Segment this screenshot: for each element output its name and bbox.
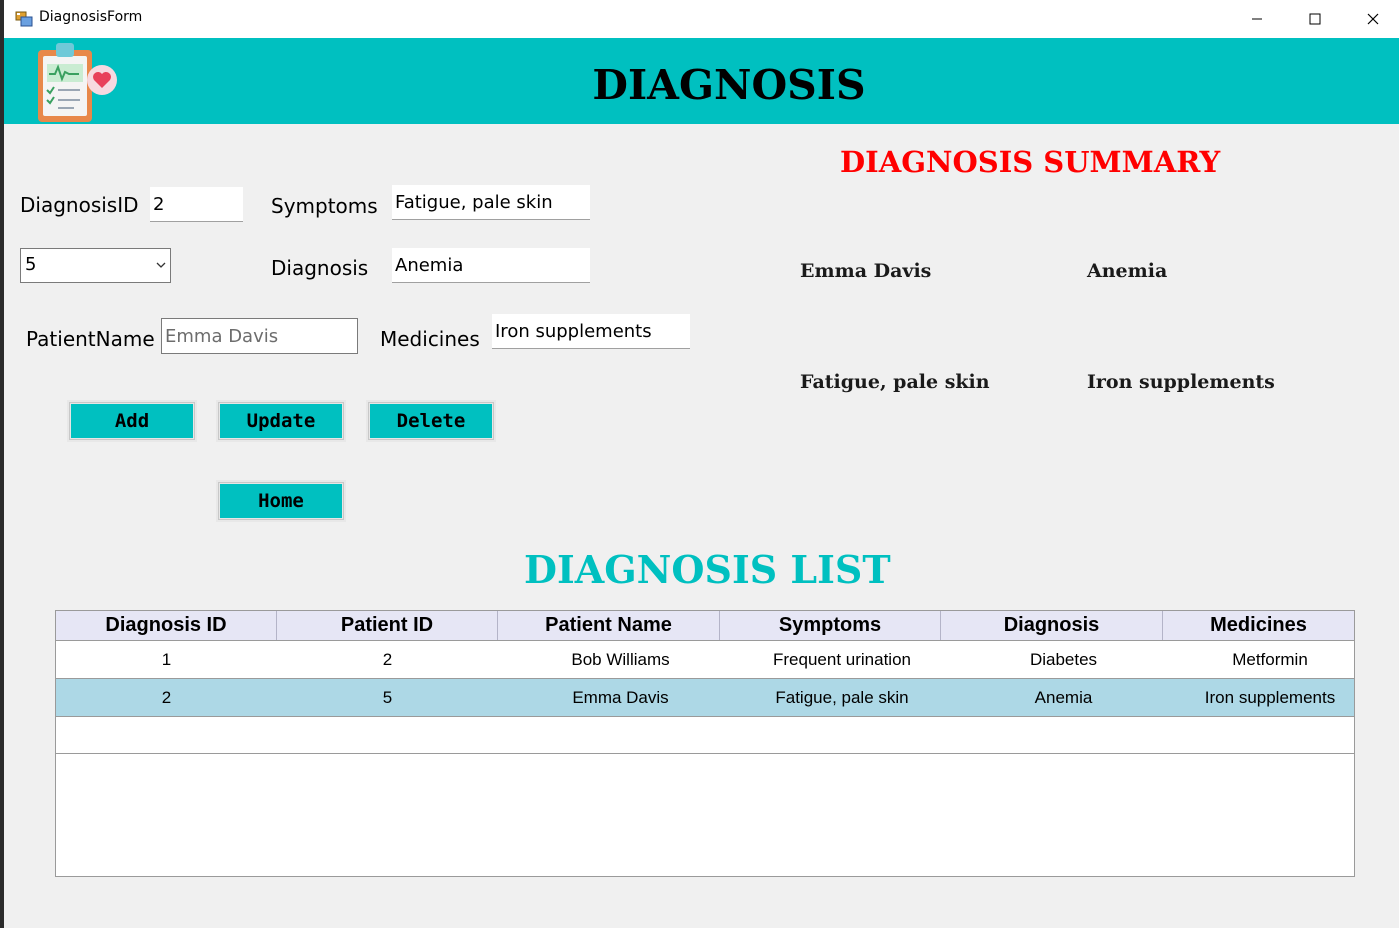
- column-header-symptoms[interactable]: Symptoms: [720, 611, 941, 640]
- list-title: DIAGNOSIS LIST: [524, 547, 891, 592]
- diagnosis-label: Diagnosis: [271, 256, 369, 280]
- column-header-medicines[interactable]: Medicines: [1163, 611, 1354, 640]
- cell-patient-name: Bob Williams: [571, 650, 670, 669]
- table-row[interactable]: 1 2 Bob Williams Frequent urination Diab…: [56, 641, 1354, 679]
- cell-medicines: Metformin: [1232, 650, 1308, 669]
- cell-patient-id: 5: [382, 688, 393, 707]
- medicines-label: Medicines: [380, 327, 480, 351]
- maximize-icon: [1309, 13, 1321, 25]
- grid-header-row: Diagnosis ID Patient ID Patient Name Sym…: [56, 611, 1354, 641]
- symptoms-label: Symptoms: [271, 194, 378, 218]
- diagnosis-grid[interactable]: Diagnosis ID Patient ID Patient Name Sym…: [55, 610, 1355, 877]
- medicines-input[interactable]: [492, 314, 690, 349]
- cell-diagnosis: Anemia: [1034, 688, 1093, 707]
- new-row-placeholder[interactable]: [56, 716, 1354, 754]
- patient-id-combobox[interactable]: 5: [20, 248, 171, 283]
- patient-name-label: PatientName: [26, 327, 155, 351]
- summary-symptoms: Fatigue, pale skin: [800, 371, 990, 393]
- patient-name-input[interactable]: [161, 318, 358, 354]
- summary-diagnosis: Anemia: [1087, 260, 1168, 282]
- delete-button[interactable]: Delete: [366, 400, 496, 442]
- cell-medicines: Iron supplements: [1204, 688, 1336, 707]
- home-button[interactable]: Home: [216, 480, 346, 522]
- maximize-button[interactable]: [1286, 0, 1344, 38]
- page-title: DIAGNOSIS: [592, 61, 866, 109]
- symptoms-input[interactable]: [392, 185, 590, 220]
- app-form-icon: [15, 11, 33, 27]
- title-bar: DiagnosisForm: [4, 0, 1399, 38]
- cell-symptoms: Fatigue, pale skin: [775, 688, 909, 707]
- column-header-diagnosis[interactable]: Diagnosis: [941, 611, 1163, 640]
- diagnosis-input[interactable]: [392, 248, 590, 283]
- diagnosis-id-label: DiagnosisID: [20, 193, 139, 217]
- header-banner: DIAGNOSIS: [4, 38, 1399, 124]
- close-icon: [1367, 13, 1379, 25]
- cell-patient-id: 2: [382, 650, 393, 669]
- minimize-button[interactable]: [1228, 0, 1286, 38]
- diagnosis-form-window: DiagnosisForm DIAGNOSIS DiagnosisID 2 5 …: [4, 0, 1399, 928]
- cell-symptoms: Frequent urination: [773, 650, 911, 669]
- cell-diagnosis: Diabetes: [1029, 650, 1098, 669]
- diagnosis-id-input[interactable]: [150, 187, 243, 222]
- add-button[interactable]: Add: [67, 400, 197, 442]
- close-button[interactable]: [1344, 0, 1399, 38]
- summary-patient-name: Emma Davis: [800, 260, 932, 282]
- column-header-patient-id[interactable]: Patient ID: [277, 611, 498, 640]
- table-row-selected[interactable]: 2 5 Emma Davis Fatigue, pale skin Anemia…: [56, 679, 1354, 717]
- cell-diagnosis-id: 1: [161, 650, 172, 669]
- minimize-icon: [1252, 18, 1262, 20]
- cell-diagnosis-id: 2: [161, 688, 172, 707]
- window-title: DiagnosisForm: [39, 9, 143, 25]
- patient-id-value: 5: [25, 254, 37, 275]
- column-header-patient-name[interactable]: Patient Name: [498, 611, 720, 640]
- summary-title: DIAGNOSIS SUMMARY: [840, 145, 1221, 179]
- column-header-diagnosis-id[interactable]: Diagnosis ID: [56, 611, 277, 640]
- chevron-down-icon: [156, 262, 166, 268]
- cell-patient-name: Emma Davis: [572, 688, 669, 707]
- summary-medicines: Iron supplements: [1087, 371, 1275, 393]
- update-button[interactable]: Update: [216, 400, 346, 442]
